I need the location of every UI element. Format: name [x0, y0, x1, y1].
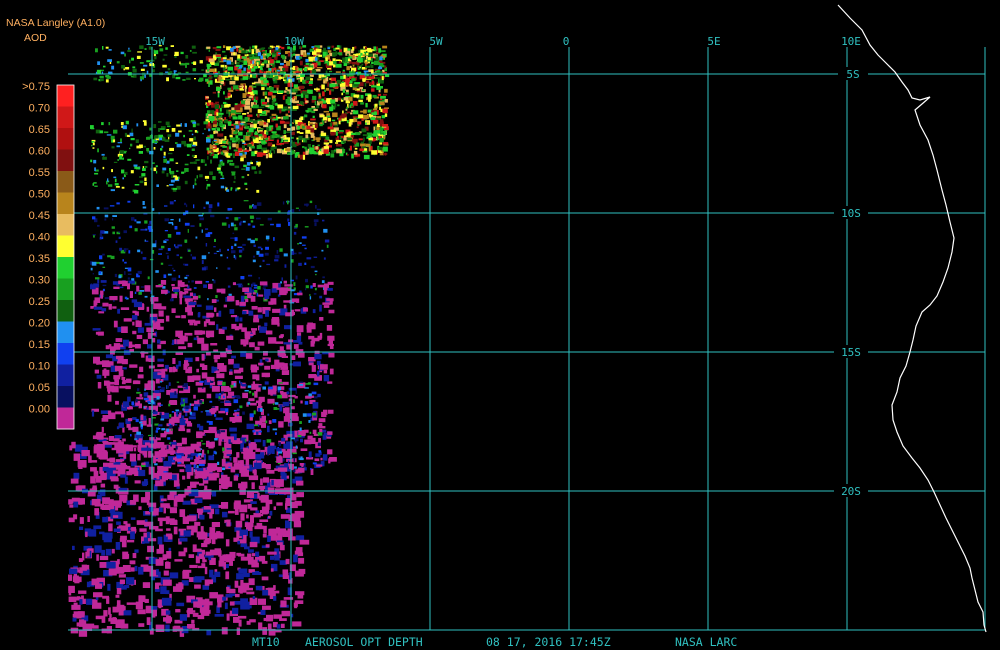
footer-agency: NASA LARC	[675, 635, 737, 649]
colorbar-swatch	[57, 106, 74, 129]
lat-label-5s: 5S	[846, 68, 859, 81]
colorbar-swatch	[57, 300, 74, 322]
colorbar-swatch	[57, 128, 74, 150]
colorbar-label: 0.30	[29, 275, 50, 287]
lon-label-10e: 10E	[841, 35, 861, 48]
colorbar-swatch	[57, 192, 74, 215]
footer-datetime: 08 17, 2016 17:45Z	[486, 635, 611, 649]
colorbar-label: 0.50	[29, 189, 50, 201]
colorbar-swatch	[57, 257, 74, 279]
lon-label-15w: 15W	[145, 35, 165, 48]
variable-label: AOD	[24, 32, 47, 44]
colorbar-label: 0.25	[29, 296, 50, 308]
colorbar-swatch	[57, 343, 74, 365]
colorbar-label: 0.35	[29, 253, 50, 265]
lat-label-10s: 10S	[841, 207, 861, 220]
lon-label-0: 0	[563, 35, 570, 48]
colorbar-label: 0.70	[29, 103, 50, 115]
colorbar-label: 0.60	[29, 146, 50, 158]
aod-colorbar: >0.75 0.70 0.65 0.60 0.55 0.50 0.45 0.40 0.35 0.3…	[22, 81, 75, 430]
colorbar-swatch	[57, 364, 74, 387]
colorbar-label: 0.40	[29, 232, 50, 244]
source-label: NASA Langley (A1.0)	[6, 17, 105, 29]
colorbar-swatch	[57, 321, 74, 344]
colorbar-label: 0.15	[29, 339, 50, 351]
colorbar-swatch	[57, 171, 74, 193]
colorbar-swatch	[57, 214, 74, 236]
colorbar-label: 0.10	[29, 361, 50, 373]
colorbar-swatch	[57, 85, 74, 107]
africa-coastline	[837, 4, 987, 633]
lat-label-15s: 15S	[841, 346, 861, 359]
colorbar-label: 0.45	[29, 210, 50, 222]
colorbar-swatch	[57, 407, 74, 430]
lon-label-10w: 10W	[284, 35, 304, 48]
lat-label-20s: 20S	[841, 485, 861, 498]
colorbar-label: 0.65	[29, 124, 50, 136]
lon-label-5w: 5W	[429, 35, 443, 48]
colorbar-swatch	[57, 278, 74, 301]
colorbar-swatch	[57, 149, 74, 172]
colorbar-label: 0.55	[29, 167, 50, 179]
aod-map-canvas: 15W 10W 5W 0 5E 10E 5S 10S 15S 20S NASA …	[6, 4, 987, 649]
lon-label-5e: 5E	[707, 35, 720, 48]
footer-title: AEROSOL OPT DEPTH	[305, 635, 423, 649]
colorbar-label: 0.05	[29, 382, 50, 394]
colorbar-label: 0.20	[29, 318, 50, 330]
colorbar-label: 0.00	[29, 404, 50, 416]
colorbar-label: >0.75	[22, 81, 50, 93]
aod-retrieval-pixels	[68, 45, 390, 637]
colorbar-swatch	[57, 386, 74, 408]
colorbar-swatch	[57, 235, 74, 258]
footer-product: MT10	[252, 635, 280, 649]
